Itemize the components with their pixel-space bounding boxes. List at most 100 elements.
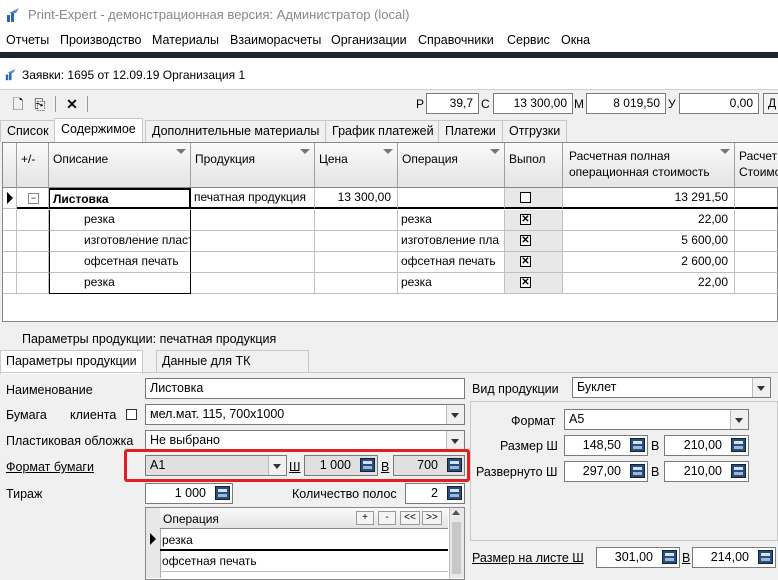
table-row-cost[interactable]: 5 600,00 [563, 231, 735, 252]
field-u[interactable]: 0,00 [679, 93, 759, 114]
calculator-icon[interactable] [215, 486, 230, 500]
done-checkbox[interactable]: ✕ [520, 277, 531, 288]
table-row-price[interactable] [315, 273, 398, 294]
row-toggle[interactable] [17, 231, 49, 252]
table-row-done[interactable] [505, 188, 563, 209]
collapse-icon[interactable]: − [28, 193, 39, 204]
table-row-cost[interactable]: 2 600,00 [563, 252, 735, 273]
chevron-down-icon[interactable] [446, 431, 464, 450]
delete-icon[interactable]: ✕ [63, 94, 81, 114]
row-toggle[interactable]: − [17, 188, 49, 209]
column-header-cost[interactable]: Расчетная полная операционная стоимость [563, 143, 735, 188]
scroll-thumb[interactable] [452, 522, 461, 574]
row-toggle[interactable] [17, 210, 49, 231]
done-checkbox[interactable] [520, 192, 531, 203]
field-m[interactable]: 8 019,50 [586, 93, 666, 114]
menu-materials[interactable]: Материалы [152, 33, 219, 47]
kind-select[interactable]: Буклет [572, 377, 771, 398]
paper-select[interactable]: мел.мат. 115, 700x1000 [145, 404, 465, 425]
tab-tk-data[interactable]: Данные для ТК [156, 350, 309, 372]
table-row-done[interactable]: ✕ [505, 252, 563, 273]
table-row-done[interactable]: ✕ [505, 210, 563, 231]
table-row-product[interactable] [191, 231, 315, 252]
calculator-icon[interactable] [731, 438, 746, 452]
table-row-product[interactable] [191, 252, 315, 273]
name-input[interactable]: Листовка [145, 378, 465, 399]
tab-content[interactable]: Содержимое [54, 118, 143, 142]
list-item[interactable]: резка [160, 530, 448, 551]
table-row-done[interactable]: ✕ [505, 273, 563, 294]
column-header-cost-2[interactable]: Расчет Стоимо [735, 143, 778, 188]
table-row-cost[interactable]: 22,00 [563, 210, 735, 231]
chevron-down-icon[interactable] [446, 405, 464, 424]
sheet-size-label[interactable]: Размер на листе Ш [472, 551, 584, 565]
done-checkbox[interactable]: ✕ [520, 256, 531, 267]
column-header-price[interactable]: Цена [315, 143, 398, 188]
table-row-price[interactable]: 13 300,00 [315, 188, 398, 209]
add-operation-button[interactable]: + [356, 511, 374, 525]
table-row-description[interactable]: резка [49, 273, 191, 294]
calculator-icon[interactable] [662, 550, 677, 564]
table-row-description[interactable]: изготовление пласт [49, 231, 191, 252]
table-row-operation[interactable]: офсетная печать [398, 252, 505, 273]
menu-production[interactable]: Производство [60, 33, 142, 47]
column-header-toggle[interactable]: +/- [17, 143, 49, 188]
calculator-icon[interactable] [630, 438, 645, 452]
table-row-description[interactable]: офсетная печать [49, 252, 191, 273]
table-row-cost-2[interactable] [735, 188, 778, 209]
move-up-button[interactable]: << [400, 511, 420, 525]
cover-select[interactable]: Не выбрано [145, 430, 465, 451]
table-row-price[interactable] [315, 231, 398, 252]
menu-windows[interactable]: Окна [561, 33, 590, 47]
calculator-icon[interactable] [447, 486, 462, 500]
table-row-cost-2[interactable] [735, 252, 778, 273]
table-row-product[interactable] [191, 210, 315, 231]
size-height-input[interactable]: 210,00 [664, 435, 749, 456]
menu-organizations[interactable]: Организации [331, 33, 407, 47]
size-width-input[interactable]: 148,50 [564, 435, 648, 456]
calculator-icon[interactable] [758, 550, 773, 564]
tab-list[interactable]: Список [0, 120, 56, 142]
sheet-height-input[interactable]: 214,00 [692, 547, 776, 568]
format-select[interactable]: A5 [564, 409, 749, 430]
calculator-icon[interactable] [630, 464, 645, 478]
table-row-done[interactable]: ✕ [505, 231, 563, 252]
field-s[interactable]: 13 300,00 [493, 93, 573, 114]
calculator-icon[interactable] [731, 464, 746, 478]
table-row-cost-2[interactable] [735, 210, 778, 231]
remove-operation-button[interactable]: - [378, 511, 396, 525]
copy-icon[interactable]: ⎘ [31, 94, 49, 114]
paper-format-label[interactable]: Формат бумаги [6, 460, 94, 474]
table-row-operation[interactable] [398, 188, 505, 209]
table-row-price[interactable] [315, 252, 398, 273]
table-row-cost-2[interactable] [735, 273, 778, 294]
menu-reports[interactable]: Отчеты [6, 33, 49, 47]
scrollbar[interactable] [449, 508, 464, 578]
table-row-cost[interactable]: 22,00 [563, 273, 735, 294]
table-row-product[interactable]: печатная продукция [191, 188, 315, 209]
chevron-down-icon[interactable] [730, 410, 748, 429]
list-item[interactable]: офсетная печать [160, 551, 448, 572]
menu-references[interactable]: Справочники [418, 33, 494, 47]
tab-payment-schedule[interactable]: График платежей [325, 120, 441, 142]
column-header-operation[interactable]: Операция [398, 143, 505, 188]
table-row-operation[interactable]: изготовление пла [398, 231, 505, 252]
column-header-description[interactable]: Описание [49, 143, 191, 188]
tab-product-params[interactable]: Параметры продукции [0, 350, 143, 374]
table-row-cost-2[interactable] [735, 231, 778, 252]
new-document-icon[interactable]: 🗋 [9, 94, 27, 114]
strips-input[interactable]: 2 [405, 483, 465, 504]
table-row-operation[interactable]: резка [398, 273, 505, 294]
tab-additional-materials[interactable]: Дополнительные материалы [145, 120, 327, 142]
unfolded-height-input[interactable]: 210,00 [664, 461, 749, 482]
table-row-cost[interactable]: 13 291,50 [563, 188, 735, 209]
row-toggle[interactable] [17, 273, 49, 294]
done-checkbox[interactable]: ✕ [520, 235, 531, 246]
column-header-product[interactable]: Продукция [191, 143, 315, 188]
table-row-price[interactable] [315, 210, 398, 231]
table-row-description[interactable]: Листовка [49, 188, 191, 209]
table-row-operation[interactable]: резка [398, 210, 505, 231]
scroll-up-icon[interactable] [452, 510, 460, 515]
chevron-down-icon[interactable] [752, 378, 770, 397]
row-toggle[interactable] [17, 252, 49, 273]
